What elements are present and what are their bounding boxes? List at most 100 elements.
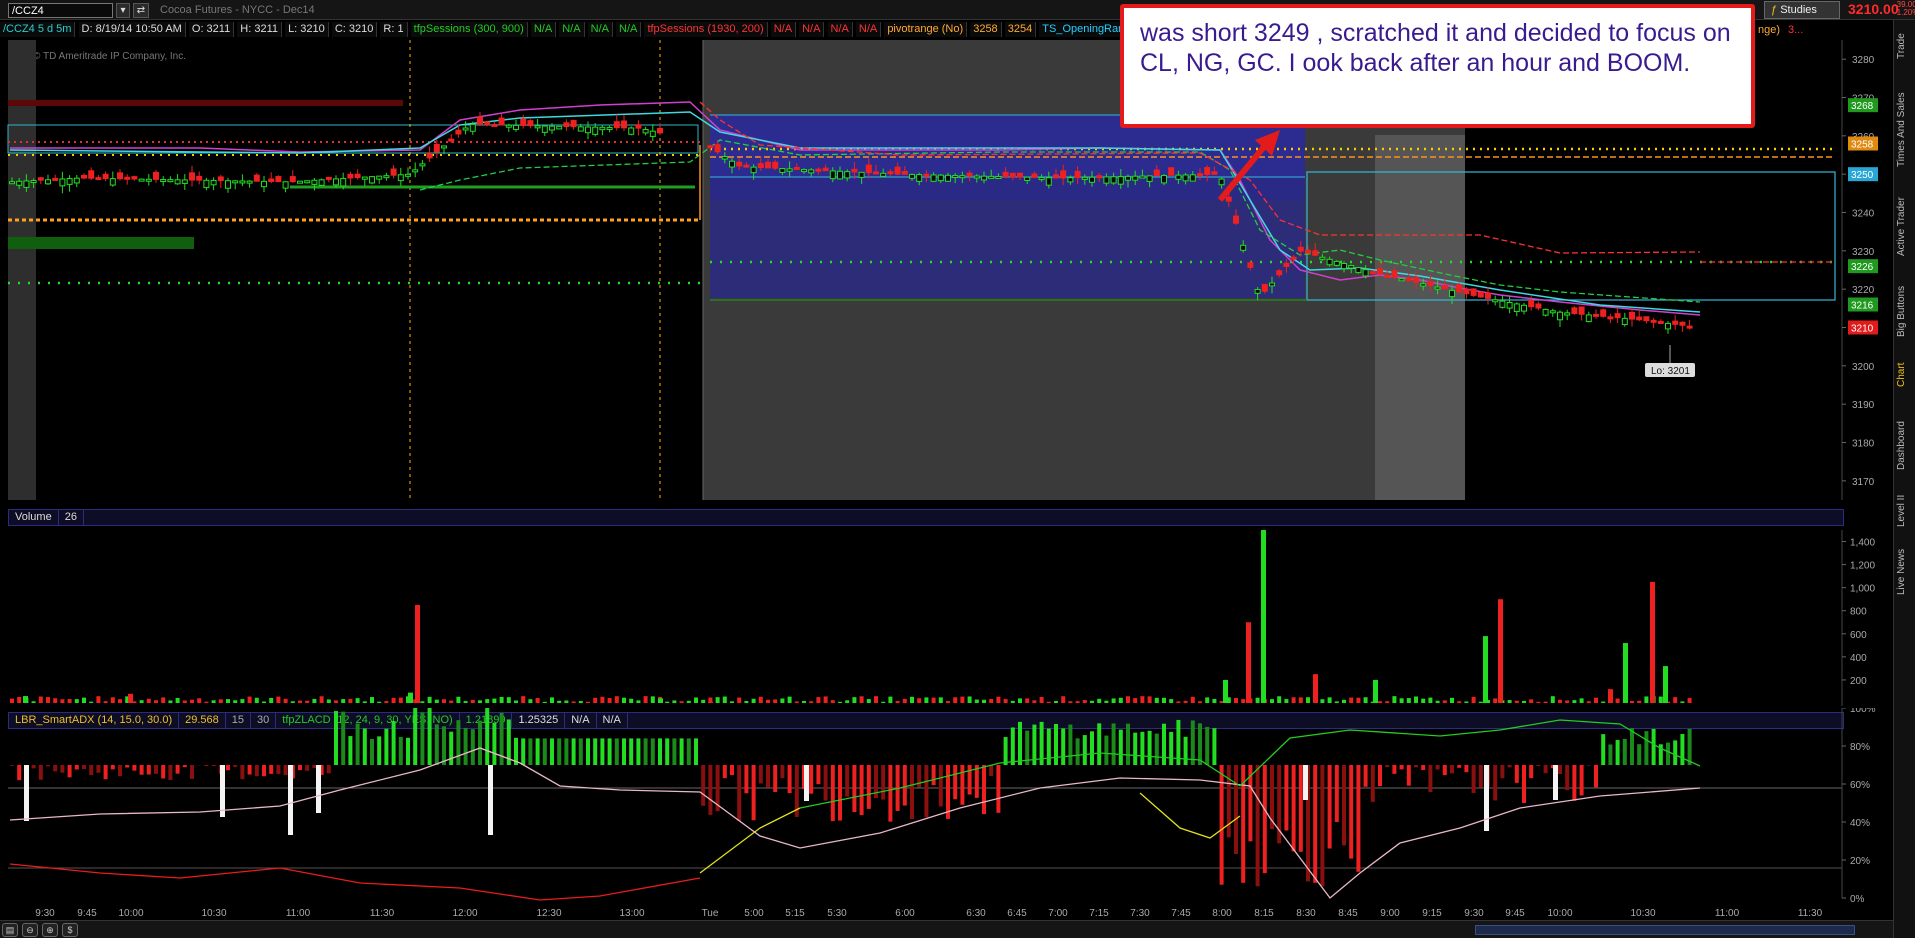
volume-bar	[938, 697, 943, 703]
candle-body	[1557, 311, 1563, 321]
candle-body	[1384, 274, 1391, 278]
candle-body	[613, 121, 620, 129]
volume-bar	[1406, 698, 1411, 703]
volume-bar	[1349, 697, 1354, 703]
candle-body	[736, 161, 743, 167]
osc-bar	[758, 765, 763, 784]
candle-body	[757, 163, 764, 168]
osc-bar	[125, 765, 130, 768]
osc-bar	[110, 765, 115, 770]
volume-header: Volume 26	[8, 509, 1844, 526]
volume-bar	[773, 699, 778, 703]
volume-bar	[1637, 700, 1642, 703]
link-symbol-button[interactable]: ⇄	[133, 3, 149, 18]
osc-bar	[686, 738, 691, 765]
candle-body	[1305, 249, 1311, 254]
osc-bar	[139, 765, 144, 775]
osc-bar	[190, 765, 194, 779]
candle-body	[765, 161, 771, 169]
volume-bar	[550, 697, 554, 703]
volume-bar	[672, 700, 677, 703]
candle-body	[390, 168, 397, 176]
symbol-dropdown-button[interactable]: ▾	[116, 3, 130, 18]
symbol-input[interactable]	[8, 3, 113, 18]
volume-bar	[168, 700, 173, 703]
volume-bar	[485, 699, 490, 703]
status-pivot[interactable]: pivotrange (No)	[884, 22, 968, 37]
volume-bar	[319, 696, 324, 703]
volume-bar	[1327, 697, 1332, 703]
volume-bar	[917, 698, 922, 703]
volume-bar	[1246, 622, 1251, 703]
volume-bar	[312, 698, 317, 703]
candle-body	[441, 145, 447, 149]
candle-body	[1139, 175, 1146, 179]
osc-bar	[1378, 765, 1382, 787]
candle-body	[462, 127, 469, 131]
candle-body	[189, 172, 195, 181]
candle-body	[952, 174, 959, 178]
candle-body	[1528, 299, 1535, 308]
volume-chart[interactable]: 1,400 1,200 1,000 800 600 400 200	[0, 530, 1893, 706]
osc-bar	[1046, 728, 1051, 765]
volume-bar	[391, 697, 396, 703]
tab-chart[interactable]: Chart	[1896, 355, 1914, 395]
volume-bar	[1205, 697, 1210, 703]
candle-body	[325, 176, 332, 180]
currency-icon[interactable]: $	[62, 923, 78, 937]
candle-body	[203, 179, 210, 189]
candle-body	[959, 175, 966, 179]
candle-body	[714, 144, 721, 153]
osc-bar	[1212, 728, 1217, 765]
osc-bar	[1471, 765, 1476, 794]
time-tick-label: 7:45	[1171, 908, 1191, 919]
osc-tick-label: 100%	[1850, 708, 1876, 715]
status-session2[interactable]: tfpSessions (1930, 200)	[644, 22, 768, 37]
osc-bar	[60, 765, 65, 773]
price-tick-label: 3280	[1852, 55, 1875, 66]
volume-bar	[1457, 701, 1462, 703]
price-tick-label: 3220	[1852, 285, 1875, 296]
volume-bar	[521, 696, 526, 703]
status-session1[interactable]: tfpSessions (300, 900)	[410, 22, 528, 37]
chart-scrollbar[interactable]	[1475, 925, 1855, 935]
tab-live-news[interactable]: Live News	[1896, 540, 1914, 604]
candle-body	[1333, 260, 1340, 266]
tab-active-trader[interactable]: Active Trader	[1896, 184, 1914, 270]
studies-button[interactable]: ƒ Studies	[1764, 1, 1840, 19]
volume-bar	[1450, 697, 1454, 703]
candle-body	[1312, 250, 1319, 256]
volume-bar	[408, 692, 413, 703]
oscillator-chart[interactable]: 100% 80% 60% 40% 20% 0%	[0, 708, 1893, 920]
candle-body	[1535, 303, 1542, 309]
candle-body	[1283, 262, 1290, 267]
candle-body	[1009, 172, 1016, 178]
volume-bar	[1270, 699, 1274, 703]
candle-body	[1585, 314, 1592, 323]
candle-body	[477, 116, 483, 126]
osc-bar	[1320, 765, 1325, 887]
layout-icon[interactable]: ▤	[2, 923, 18, 937]
zoom-out-icon[interactable]: ⊖	[22, 923, 38, 937]
osc-bar	[175, 765, 180, 774]
tab-big-buttons[interactable]: Big Buttons	[1896, 276, 1914, 346]
tab-dashboard[interactable]: Dashboard	[1896, 410, 1914, 482]
osc-bar	[967, 765, 972, 795]
volume-bar	[415, 604, 420, 703]
volume-bar	[420, 701, 425, 703]
tab-trade[interactable]: Trade	[1896, 26, 1914, 66]
osc-bar	[938, 765, 943, 807]
candle-body	[1636, 316, 1643, 321]
candle-body	[1607, 316, 1614, 320]
volume-bar	[794, 701, 799, 703]
candle-body	[1161, 175, 1167, 184]
tab-level-ii[interactable]: Level II	[1896, 486, 1914, 536]
volume-bar	[1003, 699, 1008, 703]
candle-body	[534, 125, 541, 129]
tab-times-and-sales[interactable]: Times And Sales	[1896, 80, 1914, 180]
osc-bar	[600, 738, 605, 765]
annotation-note[interactable]: was short 3249 , scratched it and decide…	[1120, 4, 1755, 128]
osc-tick-label: 60%	[1850, 780, 1870, 791]
zoom-in-icon[interactable]: ⊕	[42, 923, 58, 937]
volume-bar	[1277, 696, 1282, 703]
